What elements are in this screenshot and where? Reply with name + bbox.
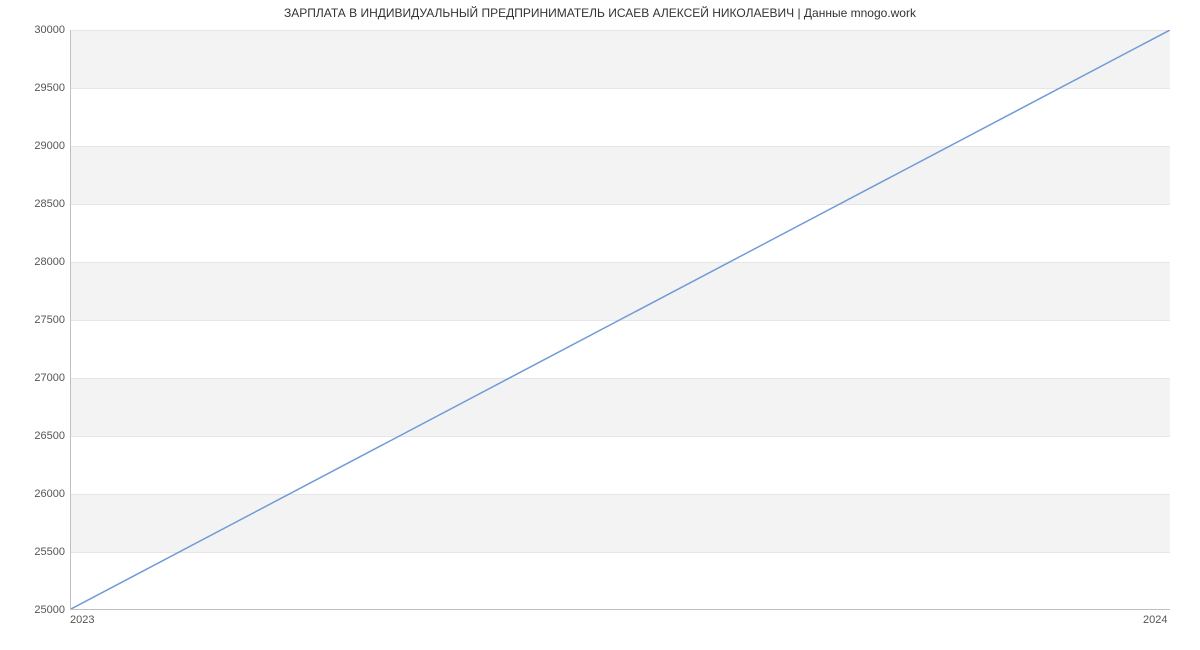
y-tick-label: 26000: [5, 488, 65, 500]
y-tick-label: 25500: [5, 546, 65, 558]
chart-container: ЗАРПЛАТА В ИНДИВИДУАЛЬНЫЙ ПРЕДПРИНИМАТЕЛ…: [0, 0, 1200, 650]
y-tick-label: 27000: [5, 372, 65, 384]
chart-title: ЗАРПЛАТА В ИНДИВИДУАЛЬНЫЙ ПРЕДПРИНИМАТЕЛ…: [0, 6, 1200, 20]
x-tick-label: 2023: [70, 614, 94, 626]
y-tick-label: 27500: [5, 314, 65, 326]
y-tick-label: 26500: [5, 430, 65, 442]
y-tick-label: 25000: [5, 604, 65, 616]
plot-area: [70, 30, 1170, 610]
y-tick-label: 29500: [5, 82, 65, 94]
y-tick-label: 28000: [5, 256, 65, 268]
data-line: [71, 30, 1170, 609]
y-tick-label: 29000: [5, 140, 65, 152]
y-tick-label: 30000: [5, 24, 65, 36]
chart-svg: [71, 30, 1170, 609]
y-tick-label: 28500: [5, 198, 65, 210]
x-tick-label: 2024: [1143, 614, 1167, 626]
